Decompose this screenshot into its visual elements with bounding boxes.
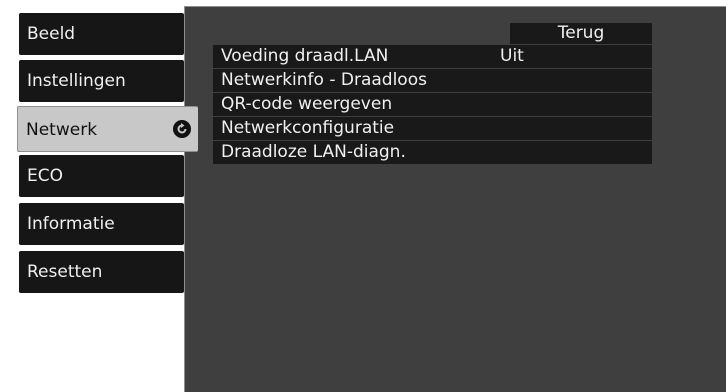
setting-label: Netwerkconfiguratie (221, 118, 395, 138)
setting-value: Uit (500, 46, 524, 66)
menu-item-resetten[interactable]: Resetten (19, 251, 184, 293)
setting-label: QR-code weergeven (221, 94, 393, 114)
setting-label: Voeding draadl.LAN (221, 46, 389, 66)
setting-row-network-configuration[interactable]: Netwerkconfiguratie (213, 117, 652, 140)
projector-menu-screen: Beeld Instellingen Netwerk ECO Informati… (0, 0, 726, 392)
settings-list: Voeding draadl.LAN Uit Netwerkinfo - Dra… (213, 45, 652, 165)
menu-item-label: ECO (27, 166, 63, 186)
menu-item-label: Informatie (27, 214, 115, 234)
setting-row-wireless-lan-power[interactable]: Voeding draadl.LAN Uit (213, 45, 652, 68)
menu-item-eco[interactable]: ECO (19, 155, 184, 197)
setting-label: Draadloze LAN-diagn. (221, 142, 406, 162)
menu-item-instellingen[interactable]: Instellingen (19, 60, 184, 102)
menu-item-label: Netwerk (26, 120, 98, 140)
back-button[interactable]: Terug (510, 23, 652, 44)
menu-item-netwerk[interactable]: Netwerk (17, 106, 198, 152)
submenu-panel: Terug Voeding draadl.LAN Uit Netwerkinfo… (184, 6, 726, 392)
setting-row-network-info-wireless[interactable]: Netwerkinfo - Draadloos (213, 69, 652, 92)
menu-item-label: Beeld (27, 24, 76, 44)
enter-arrow-icon (173, 120, 191, 138)
setting-label: Netwerkinfo - Draadloos (221, 70, 427, 90)
setting-row-show-qr-code[interactable]: QR-code weergeven (213, 93, 652, 116)
setting-row-wireless-lan-diagnostics[interactable]: Draadloze LAN-diagn. (213, 141, 652, 164)
menu-item-label: Resetten (27, 262, 103, 282)
menu-item-beeld[interactable]: Beeld (19, 13, 184, 55)
menu-item-label: Instellingen (27, 71, 126, 91)
menu-item-informatie[interactable]: Informatie (19, 203, 184, 245)
